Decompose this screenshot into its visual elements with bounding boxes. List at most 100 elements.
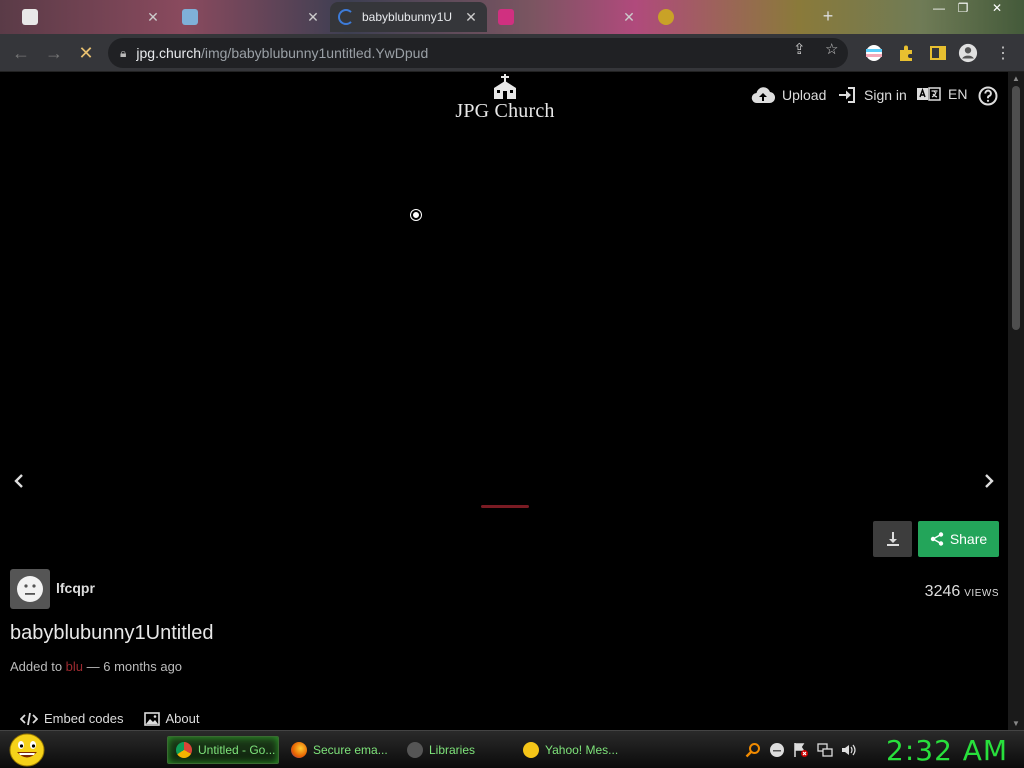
- browser-menu-icon[interactable]: ⋮: [993, 43, 1013, 63]
- stop-loading-icon[interactable]: ✕: [74, 41, 98, 65]
- back-icon[interactable]: ←: [9, 41, 33, 65]
- close-icon[interactable]: ✕: [621, 9, 637, 26]
- language-selector[interactable]: EN: [917, 86, 967, 102]
- task-label: Secure ema...: [313, 743, 388, 757]
- image-title: babyblubunny1Untitled: [10, 622, 214, 644]
- tab-favicon: [182, 9, 198, 25]
- folder-icon: [407, 742, 423, 758]
- views-label: VIEWS: [964, 588, 999, 599]
- download-icon: [886, 532, 899, 546]
- screen: ✕ ✕ babyblubunny1U ✕ ✕ + — ❐ ✕ ← → ✕ 🔒︎ …: [0, 0, 1024, 768]
- mouse-cursor: [411, 210, 421, 220]
- help-icon[interactable]: [978, 86, 998, 106]
- tab-4[interactable]: ✕: [490, 2, 645, 32]
- taskbar-item-libraries[interactable]: Libraries: [399, 736, 511, 764]
- volume-icon[interactable]: [841, 742, 857, 758]
- scroll-up-icon[interactable]: ▲: [1008, 74, 1024, 83]
- close-icon[interactable]: ✕: [463, 9, 479, 26]
- minimize-icon[interactable]: —: [928, 0, 950, 16]
- image-icon: [143, 711, 160, 726]
- site-logo[interactable]: JPG Church: [430, 74, 580, 123]
- extension-flag-icon[interactable]: [864, 43, 884, 63]
- sign-in-icon: [837, 86, 857, 104]
- prev-image-icon[interactable]: [13, 473, 25, 494]
- upload-label: Upload: [782, 87, 827, 103]
- extensions-puzzle-icon[interactable]: [896, 43, 916, 63]
- image-loading-bar: [481, 505, 529, 508]
- taskbar-item-yahoo[interactable]: Yahoo! Mes...: [515, 736, 627, 764]
- about-label: About: [165, 711, 200, 726]
- views-count: 3246: [924, 583, 961, 600]
- forward-icon[interactable]: →: [42, 41, 66, 65]
- signin-label: Sign in: [864, 87, 907, 103]
- search-icon[interactable]: [745, 742, 761, 758]
- close-icon[interactable]: ✕: [305, 9, 321, 26]
- new-tab-icon[interactable]: +: [818, 6, 838, 27]
- download-button[interactable]: [873, 521, 912, 557]
- added-time: — 6 months ago: [83, 659, 183, 674]
- taskbar-item-chrome[interactable]: Untitled - Go...: [167, 736, 279, 764]
- tab-about[interactable]: About: [143, 711, 200, 726]
- os-taskbar: Untitled - Go... Secure ema... Libraries…: [0, 730, 1024, 768]
- bookmark-star-icon[interactable]: ☆: [825, 40, 838, 58]
- loading-spinner-icon: [338, 9, 354, 25]
- close-window-icon[interactable]: ✕: [986, 0, 1008, 16]
- firefox-icon: [291, 742, 307, 758]
- album-link[interactable]: blu: [66, 659, 83, 674]
- tab-active[interactable]: babyblubunny1U ✕: [330, 2, 487, 32]
- task-label: Yahoo! Mes...: [545, 743, 619, 757]
- close-icon[interactable]: ✕: [145, 9, 161, 26]
- network-icon[interactable]: [817, 742, 833, 758]
- chrome-icon: [176, 742, 192, 758]
- smiley-start-icon: [9, 733, 45, 767]
- upload-link[interactable]: Upload: [751, 86, 826, 104]
- tab-title: babyblubunny1U: [362, 10, 453, 24]
- cloud-upload-icon: [751, 86, 775, 104]
- church-icon: [494, 74, 516, 99]
- tab-1[interactable]: ✕: [14, 2, 169, 32]
- action-center-flag-icon[interactable]: [793, 742, 809, 758]
- neutral-face-icon: [17, 576, 43, 602]
- tab-embed-codes[interactable]: Embed codes: [20, 711, 124, 726]
- yahoo-messenger-icon: [523, 742, 539, 758]
- page-content: JPG Church Upload Sign in EN Share lfcqp…: [0, 72, 1008, 730]
- share-button[interactable]: Share: [918, 521, 999, 557]
- share-icon: [930, 532, 944, 546]
- url-path: /img/babyblubunny1untitled.YwDpud: [200, 45, 429, 61]
- uploader-name[interactable]: lfcqpr: [56, 580, 95, 596]
- lock-icon: 🔒︎: [120, 45, 127, 60]
- profile-avatar-icon[interactable]: [958, 43, 978, 63]
- scrollbar-thumb[interactable]: [1012, 86, 1020, 330]
- side-panel-icon[interactable]: [928, 43, 948, 63]
- image-tabs: Embed codes About: [20, 711, 219, 726]
- tab-favicon: [22, 9, 38, 25]
- messenger-tray-icon[interactable]: [769, 742, 785, 758]
- language-label: EN: [948, 86, 968, 102]
- tab-5[interactable]: [650, 2, 810, 32]
- task-label: Libraries: [429, 743, 476, 757]
- restore-icon[interactable]: ❐: [952, 0, 974, 16]
- signin-link[interactable]: Sign in: [837, 86, 907, 104]
- task-label: Untitled - Go...: [198, 743, 276, 757]
- start-button[interactable]: [8, 733, 46, 767]
- logo-text: JPG Church: [455, 100, 555, 122]
- translate-icon: [917, 86, 941, 102]
- embed-label: Embed codes: [44, 711, 124, 726]
- share-page-icon[interactable]: ⇪: [793, 40, 806, 58]
- next-image-icon[interactable]: [983, 473, 995, 494]
- browser-tab-strip: ✕ ✕ babyblubunny1U ✕ ✕ + — ❐ ✕: [0, 0, 1024, 34]
- tab-favicon: [658, 9, 674, 25]
- url-host: jpg.church: [136, 45, 201, 61]
- added-info: Added to blu — 6 months ago: [10, 659, 182, 674]
- taskbar-item-firefox[interactable]: Secure ema...: [283, 736, 395, 764]
- views-counter: 3246 VIEWS: [925, 583, 999, 601]
- scroll-down-icon[interactable]: ▼: [1008, 719, 1024, 728]
- page-scrollbar[interactable]: ▲ ▼: [1008, 72, 1024, 730]
- share-label: Share: [949, 531, 988, 547]
- address-bar[interactable]: 🔒︎ jpg.church/img/babyblubunny1untitled.…: [108, 38, 848, 68]
- tab-favicon: [498, 9, 514, 25]
- added-prefix: Added to: [10, 659, 63, 674]
- tab-2[interactable]: ✕: [174, 2, 329, 32]
- avatar[interactable]: [10, 569, 50, 609]
- system-clock[interactable]: 2:32 AM: [886, 734, 1008, 767]
